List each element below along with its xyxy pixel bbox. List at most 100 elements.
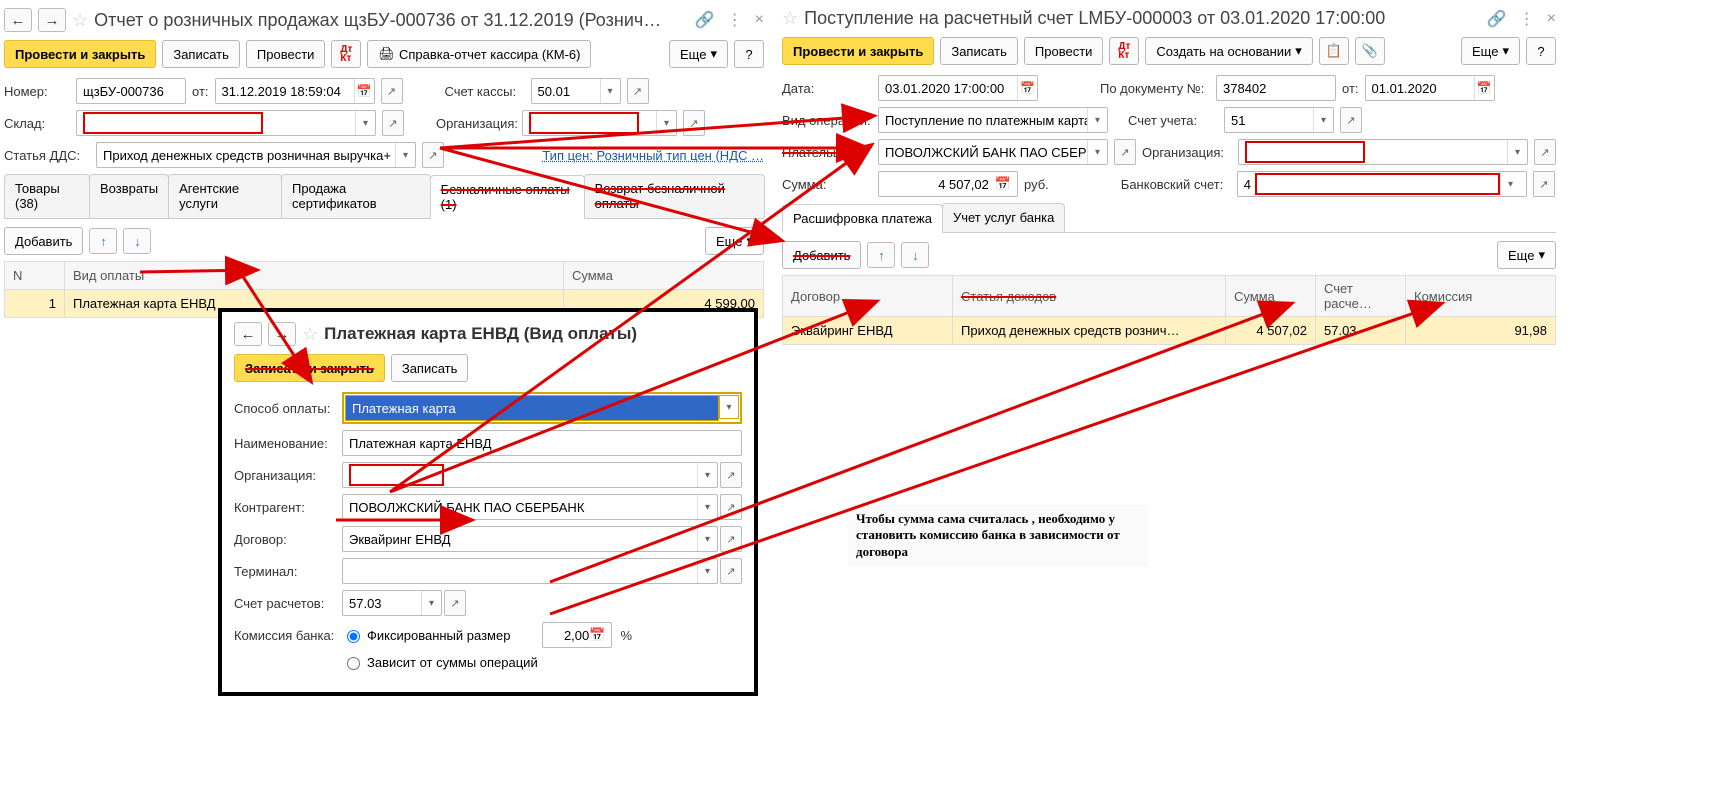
- chevron-down-icon[interactable]: ▾: [1313, 108, 1333, 132]
- org-open-button[interactable]: ↗: [683, 110, 705, 136]
- warehouse-input[interactable]: ▾: [76, 110, 376, 136]
- post-close-button[interactable]: Провести и закрыть: [4, 40, 156, 68]
- create-based-button[interactable]: Создать на основании ▾: [1145, 37, 1312, 65]
- date-ext-button[interactable]: ↗: [381, 78, 403, 104]
- dds-open-button[interactable]: ↗: [422, 142, 444, 168]
- cash-account-input[interactable]: 50.01▾: [531, 78, 621, 104]
- chevron-down-icon[interactable]: ▾: [697, 559, 717, 583]
- radio-input[interactable]: [347, 657, 360, 670]
- chevron-down-icon[interactable]: ▾: [1500, 172, 1520, 196]
- save-button[interactable]: Записать: [391, 354, 469, 382]
- favorite-icon[interactable]: ☆: [72, 10, 88, 31]
- org-input[interactable]: ▾: [342, 462, 718, 488]
- help-button[interactable]: ?: [1526, 37, 1556, 65]
- acct-open-button[interactable]: ↗: [1340, 107, 1362, 133]
- date-input[interactable]: 31.12.2019 18:59:04📅: [215, 78, 375, 104]
- move-down-button[interactable]: ↓: [123, 228, 151, 254]
- post-button[interactable]: Провести: [1024, 37, 1104, 65]
- dtdt-button[interactable]: ДтКт: [1109, 37, 1139, 65]
- save-button[interactable]: Записать: [940, 37, 1018, 65]
- move-down-button[interactable]: ↓: [901, 242, 929, 268]
- tab-returns[interactable]: Возвраты: [89, 174, 169, 218]
- org-open-button[interactable]: ↗: [720, 462, 742, 488]
- commission-value-input[interactable]: 2,00 📅: [542, 622, 612, 648]
- counterparty-open-button[interactable]: ↗: [720, 494, 742, 520]
- sum-input[interactable]: 4 507,02 📅: [878, 171, 1018, 197]
- link-icon[interactable]: 🔗: [1487, 9, 1507, 29]
- warehouse-open-button[interactable]: ↗: [382, 110, 404, 136]
- forward-button[interactable]: →: [268, 322, 296, 346]
- kebab-icon[interactable]: ⋮: [727, 10, 743, 30]
- back-button[interactable]: ←: [4, 8, 32, 32]
- bank-acct-open-button[interactable]: ↗: [1533, 171, 1555, 197]
- method-select[interactable]: Платежная карта: [345, 395, 719, 421]
- chevron-down-icon[interactable]: ▾: [1507, 140, 1527, 164]
- save-close-button[interactable]: Записать и закрыть: [234, 354, 385, 382]
- add-button[interactable]: Добавить: [782, 241, 861, 269]
- name-input[interactable]: Платежная карта ЕНВД: [342, 430, 742, 456]
- radio-input[interactable]: [347, 630, 360, 643]
- org-input[interactable]: ▾: [522, 110, 677, 136]
- help-button[interactable]: ?: [734, 40, 764, 68]
- add-button[interactable]: Добавить: [4, 227, 83, 255]
- chevron-down-icon[interactable]: ▾: [697, 495, 717, 519]
- favorite-icon[interactable]: ☆: [782, 8, 798, 29]
- commission-depends-radio[interactable]: Зависит от суммы операций: [342, 654, 538, 670]
- number-input[interactable]: щзБУ-000736: [76, 78, 186, 104]
- kebab-icon[interactable]: ⋮: [1519, 9, 1535, 29]
- tab-breakdown[interactable]: Расшифровка платежа: [782, 204, 943, 233]
- tab-agent[interactable]: Агентские услуги: [168, 174, 282, 218]
- calendar-icon[interactable]: 📅: [354, 79, 374, 103]
- tab-cashless-return[interactable]: Возврат безналичной оплаты: [584, 174, 765, 218]
- post-button[interactable]: Провести: [246, 40, 326, 68]
- register-button[interactable]: 📋: [1319, 37, 1349, 65]
- subbar-more-button[interactable]: Еще ▾: [705, 227, 764, 255]
- org-open-button[interactable]: ↗: [1534, 139, 1556, 165]
- from-date-input[interactable]: 01.01.2020📅: [1365, 75, 1495, 101]
- acct-open-button[interactable]: ↗: [444, 590, 466, 616]
- chevron-down-icon[interactable]: ▾: [697, 527, 717, 551]
- date-input[interactable]: 03.01.2020 17:00:00📅: [878, 75, 1038, 101]
- op-input[interactable]: Поступление по платежным картам▾: [878, 107, 1108, 133]
- chevron-down-icon[interactable]: ▾: [697, 463, 717, 487]
- bank-acct-input[interactable]: 4▾: [1237, 171, 1527, 197]
- contract-open-button[interactable]: ↗: [720, 526, 742, 552]
- payer-open-button[interactable]: ↗: [1114, 139, 1136, 165]
- chevron-down-icon[interactable]: ▾: [656, 111, 676, 135]
- table-row[interactable]: Эквайринг ЕНВД Приход денежных средств р…: [783, 317, 1556, 345]
- dds-input[interactable]: Приход денежных средств розничная выручк…: [96, 142, 416, 168]
- chevron-down-icon[interactable]: ▾: [421, 591, 441, 615]
- close-icon[interactable]: ×: [1547, 10, 1556, 28]
- close-icon[interactable]: ×: [755, 11, 764, 29]
- commission-fixed-radio[interactable]: Фиксированный размер: [342, 627, 510, 643]
- save-button[interactable]: Записать: [162, 40, 240, 68]
- cash-account-open-button[interactable]: ↗: [627, 78, 649, 104]
- acct-input[interactable]: 51▾: [1224, 107, 1334, 133]
- dtdt-button[interactable]: ДтКт: [331, 40, 361, 68]
- cashier-report-button[interactable]: 🖨 Справка-отчет кассира (КМ-6): [367, 40, 591, 68]
- calendar-icon[interactable]: 📅: [1017, 76, 1037, 100]
- tab-certs[interactable]: Продажа сертификатов: [281, 174, 431, 218]
- doc-num-input[interactable]: 378402: [1216, 75, 1336, 101]
- favorite-icon[interactable]: ☆: [302, 324, 318, 345]
- payer-input[interactable]: ПОВОЛЖСКИЙ БАНК ПАО СБЕРБАН▾: [878, 139, 1108, 165]
- tab-bank-services[interactable]: Учет услуг банка: [942, 203, 1065, 232]
- more-button[interactable]: Еще ▾: [1461, 37, 1520, 65]
- post-close-button[interactable]: Провести и закрыть: [782, 37, 934, 65]
- more-button[interactable]: Еще ▾: [669, 40, 728, 68]
- terminal-input[interactable]: ▾: [342, 558, 718, 584]
- org-input[interactable]: ▾: [1238, 139, 1528, 165]
- price-type-link[interactable]: Тип цен: Розничный тип цен (НДС …: [542, 148, 764, 163]
- tab-goods[interactable]: Товары (38): [4, 174, 90, 218]
- chevron-down-icon[interactable]: ▾: [395, 143, 415, 167]
- counterparty-input[interactable]: ПОВОЛЖСКИЙ БАНК ПАО СБЕРБАНК▾: [342, 494, 718, 520]
- chevron-down-icon[interactable]: ▾: [1087, 140, 1107, 164]
- chevron-down-icon[interactable]: ▾: [1087, 108, 1107, 132]
- tab-cashless[interactable]: Безналичные оплаты (1): [430, 175, 585, 219]
- terminal-open-button[interactable]: ↗: [720, 558, 742, 584]
- acct-input[interactable]: 57.03▾: [342, 590, 442, 616]
- contract-input[interactable]: Эквайринг ЕНВД▾: [342, 526, 718, 552]
- attach-button[interactable]: 📎: [1355, 37, 1385, 65]
- move-up-button[interactable]: ↑: [867, 242, 895, 268]
- subbar-more-button[interactable]: Еще ▾: [1497, 241, 1556, 269]
